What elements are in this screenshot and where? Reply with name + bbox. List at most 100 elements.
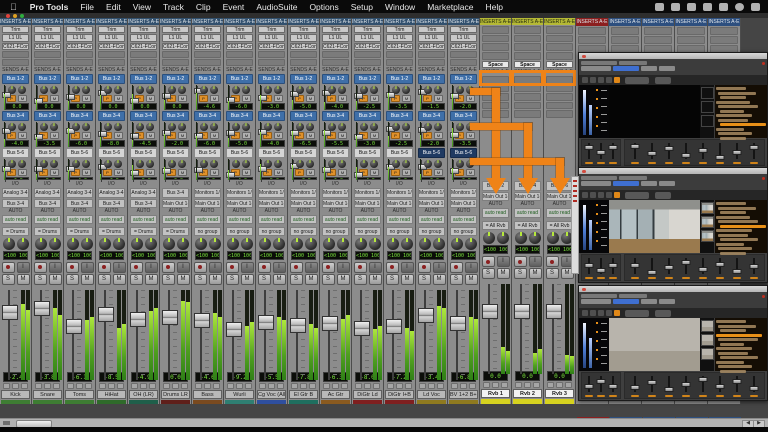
- automation-mode-button[interactable]: auto read: [450, 215, 477, 224]
- send-mute-button[interactable]: M: [178, 132, 187, 139]
- send-mini-fader[interactable]: [162, 159, 163, 180]
- toolbar-icon[interactable]: [582, 77, 588, 83]
- output-path-selector[interactable]: Bus 3-4: [34, 199, 61, 208]
- parameter-slider[interactable]: [660, 256, 677, 279]
- group-assignment[interactable]: no group: [322, 227, 349, 236]
- menu-item-view[interactable]: View: [127, 2, 157, 12]
- insert-slot-empty[interactable]: [290, 51, 317, 58]
- record-enable-button[interactable]: [226, 262, 239, 273]
- fader-cap[interactable]: [450, 316, 466, 331]
- insert-slot-trim[interactable]: Trim: [386, 26, 413, 33]
- send-assign-button[interactable]: Bus 1-2: [354, 74, 381, 84]
- view-button[interactable]: [655, 77, 671, 84]
- send-mini-fader[interactable]: [418, 159, 419, 180]
- input-monitor-button[interactable]: I: [241, 262, 254, 273]
- send-mini-fader[interactable]: [34, 122, 35, 147]
- menu-item-file[interactable]: File: [74, 2, 100, 12]
- send-pan-knob-left[interactable]: [360, 123, 368, 131]
- group-assignment[interactable]: = All Rvb: [546, 221, 573, 230]
- input-monitor-button[interactable]: I: [497, 256, 510, 267]
- insert-slot-l1-ul[interactable]: L1 UL: [194, 34, 221, 41]
- input-monitor-button[interactable]: I: [145, 262, 158, 273]
- send-mute-button[interactable]: M: [402, 95, 411, 102]
- group-assignment[interactable]: no group: [354, 227, 381, 236]
- send-mute-button[interactable]: M: [146, 169, 155, 176]
- plugin-title-bar[interactable]: [579, 286, 767, 292]
- space-plugin-window-3[interactable]: [578, 285, 768, 401]
- toolbar-icon[interactable]: [606, 192, 612, 198]
- pan-mini-widget[interactable]: [108, 383, 115, 388]
- solo-button[interactable]: S: [354, 274, 367, 285]
- send-mini-fader[interactable]: [98, 159, 99, 180]
- insert-slot-empty[interactable]: [386, 59, 413, 66]
- output-path-selector[interactable]: Main Out 1-2: [386, 199, 413, 208]
- parameter-slider[interactable]: [746, 256, 763, 279]
- input-path-selector[interactable]: Monitors 1/2: [194, 188, 221, 197]
- record-enable-button[interactable]: [2, 262, 15, 273]
- apple-menu[interactable]: : [0, 2, 24, 12]
- insert-slot-empty[interactable]: [226, 59, 253, 66]
- solo-button[interactable]: S: [34, 274, 47, 285]
- send-pan-knob-left[interactable]: [104, 86, 112, 94]
- insert-slot-c621-fcond[interactable]: C621-FCond: [450, 43, 477, 50]
- send-pre-button[interactable]: P: [423, 95, 432, 102]
- insert-slot-empty[interactable]: [546, 52, 573, 60]
- send-mini-fader[interactable]: [290, 122, 291, 147]
- input-path-selector[interactable]: Monitors 1/2: [290, 188, 317, 197]
- pan-knob-right[interactable]: [49, 238, 61, 250]
- insert-slot-c621-fcond[interactable]: C621-FCond: [354, 43, 381, 50]
- level-slider[interactable]: [607, 374, 619, 397]
- insert-slot-c621-fcond[interactable]: C621-FCond: [34, 43, 61, 50]
- send-assign-button[interactable]: Bus 3-4: [34, 111, 61, 121]
- parameter-slider[interactable]: [712, 374, 729, 397]
- insert-slot-l1-ul[interactable]: L1 UL: [258, 34, 285, 41]
- pan-knob-left[interactable]: [387, 238, 399, 250]
- pan-knob-right[interactable]: [145, 238, 157, 250]
- send-pan-knob-right[interactable]: [274, 160, 282, 168]
- slider-cap[interactable]: [750, 264, 759, 269]
- send-mini-fader[interactable]: [2, 122, 3, 147]
- insert-position-selector[interactable]: [619, 61, 647, 65]
- pan-mini-widget[interactable]: [556, 382, 563, 388]
- parameter-slider[interactable]: [695, 374, 712, 397]
- track-name[interactable]: Rvb 3: [545, 389, 574, 398]
- record-enable-button[interactable]: [258, 262, 271, 273]
- send-pan-knob-left[interactable]: [200, 123, 208, 131]
- browser-item[interactable]: [720, 110, 744, 113]
- insert-slot-l1-ul[interactable]: L1 UL: [322, 34, 349, 41]
- insert-position-selector[interactable]: [619, 176, 647, 180]
- automation-mode-button[interactable]: auto read: [546, 208, 573, 217]
- send-mini-fader[interactable]: [354, 122, 355, 147]
- solo-button[interactable]: S: [258, 274, 271, 285]
- send-assign-button[interactable]: Bus 1-2: [418, 74, 445, 84]
- send-pan-knob-left[interactable]: [392, 123, 400, 131]
- pan-mini-widget[interactable]: [524, 382, 531, 388]
- browser-item[interactable]: [716, 229, 752, 232]
- group-assignment[interactable]: no group: [290, 227, 317, 236]
- group-assignment[interactable]: no group: [450, 227, 477, 236]
- preset-selector[interactable]: [581, 66, 611, 71]
- delay-widget[interactable]: [213, 383, 220, 388]
- send-assign-button[interactable]: Bus 1-2: [450, 74, 477, 84]
- insert-slot-l1-ul[interactable]: L1 UL: [290, 34, 317, 41]
- send-pan-knob-left[interactable]: [40, 160, 48, 168]
- browser-item[interactable]: [718, 325, 756, 328]
- pan-knob-right[interactable]: [305, 238, 317, 250]
- insert-slot-c621-fcond[interactable]: C621-FCond: [290, 43, 317, 50]
- output-path-selector[interactable]: Bus 3-4: [130, 199, 157, 208]
- send-mute-button[interactable]: M: [178, 95, 187, 102]
- thumbnail[interactable]: [701, 230, 714, 242]
- pan-mini-widget[interactable]: [76, 383, 83, 388]
- search-icon[interactable]: [735, 3, 744, 11]
- fader-mode-widget[interactable]: [323, 383, 330, 388]
- output-path-selector[interactable]: Main Out 1-2: [290, 199, 317, 208]
- send-assign-button[interactable]: Bus 3-4: [66, 111, 93, 121]
- pan-knob-left[interactable]: [35, 238, 47, 250]
- insert-slot-empty[interactable]: [322, 59, 349, 66]
- send-mini-fader[interactable]: [194, 122, 195, 147]
- insert-slot-trim[interactable]: Trim: [226, 26, 253, 33]
- send-mute-button[interactable]: M: [50, 95, 59, 102]
- record-enable-button[interactable]: [514, 256, 527, 267]
- input-monitor-button[interactable]: I: [529, 256, 542, 267]
- track-name[interactable]: Drums LR: [161, 390, 190, 399]
